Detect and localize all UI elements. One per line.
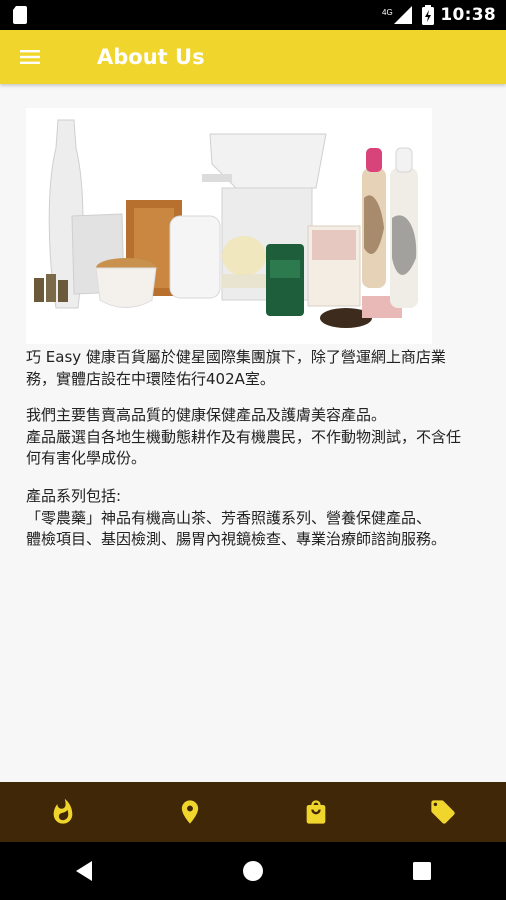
home-circle-icon xyxy=(242,861,263,881)
about-paragraph-3: 產品系列包括: 「零農藥」神品有機高山茶、芳香照護系列、營養保健產品、 體檢項目… xyxy=(26,486,466,551)
about-text-1: 巧 Easy 健康百貨屬於健星國際集團旗下，除了營運網上商店業務，實體店設在中環… xyxy=(26,348,446,388)
nav-offers-button[interactable] xyxy=(380,782,506,842)
status-icons: 4G 10:38 xyxy=(382,0,496,30)
about-content: 巧 Easy 健康百貨屬於健星國際集團旗下，除了營運網上商店業務，實體店設在中環… xyxy=(0,84,506,782)
hamburger-menu-icon[interactable] xyxy=(14,40,46,74)
about-text-2b: 產品嚴選自各地生機動態耕作及有機農民，不作動物測試，不含任何有害化學成份。 xyxy=(26,427,462,468)
recents-square-icon xyxy=(412,862,431,880)
nav-shop-button[interactable] xyxy=(253,782,380,842)
location-pin-icon xyxy=(181,800,198,824)
page-title: About Us xyxy=(97,45,205,69)
about-text-2a: 我們主要售賣高品質的健康保健產品及護膚美容產品。 xyxy=(26,406,387,424)
signal-icon: 4G xyxy=(382,6,413,24)
nav-hot-button[interactable] xyxy=(0,782,127,842)
about-paragraph-1: 巧 Easy 健康百貨屬於健星國際集團旗下，除了營運網上商店業務，實體店設在中環… xyxy=(26,347,466,390)
status-bar: 4G 10:38 xyxy=(0,0,506,30)
back-triangle-icon xyxy=(76,861,93,881)
bottom-navigation xyxy=(0,782,506,842)
tag-icon xyxy=(431,800,455,824)
system-navigation-bar xyxy=(0,842,506,900)
recents-button[interactable] xyxy=(392,851,452,891)
network-type: 4G xyxy=(382,8,393,17)
product-collage-illustration xyxy=(34,119,418,328)
clock: 10:38 xyxy=(440,5,496,25)
product-series-heading: 產品系列包括: xyxy=(26,487,122,505)
product-image xyxy=(26,108,432,344)
shopping-bag-icon xyxy=(306,800,326,824)
app-bar: About Us xyxy=(0,30,506,84)
home-button[interactable] xyxy=(223,851,283,891)
product-series-line-2: 體檢項目、基因檢測、腸胃內視鏡檢查、專業治療師諮詢服務。 xyxy=(26,530,447,548)
product-series-line-1: 「零農藥」神品有機高山茶、芳香照護系列、營養保健產品、 xyxy=(26,508,432,527)
battery-icon xyxy=(422,5,435,25)
about-paragraph-2: 我們主要售賣高品質的健康保健產品及護膚美容產品。 產品嚴選自各地生機動態耕作及有… xyxy=(26,405,466,470)
back-button[interactable] xyxy=(54,851,114,891)
sim-card-icon xyxy=(13,6,27,24)
nav-location-button[interactable] xyxy=(127,782,254,842)
fire-icon xyxy=(53,798,73,824)
